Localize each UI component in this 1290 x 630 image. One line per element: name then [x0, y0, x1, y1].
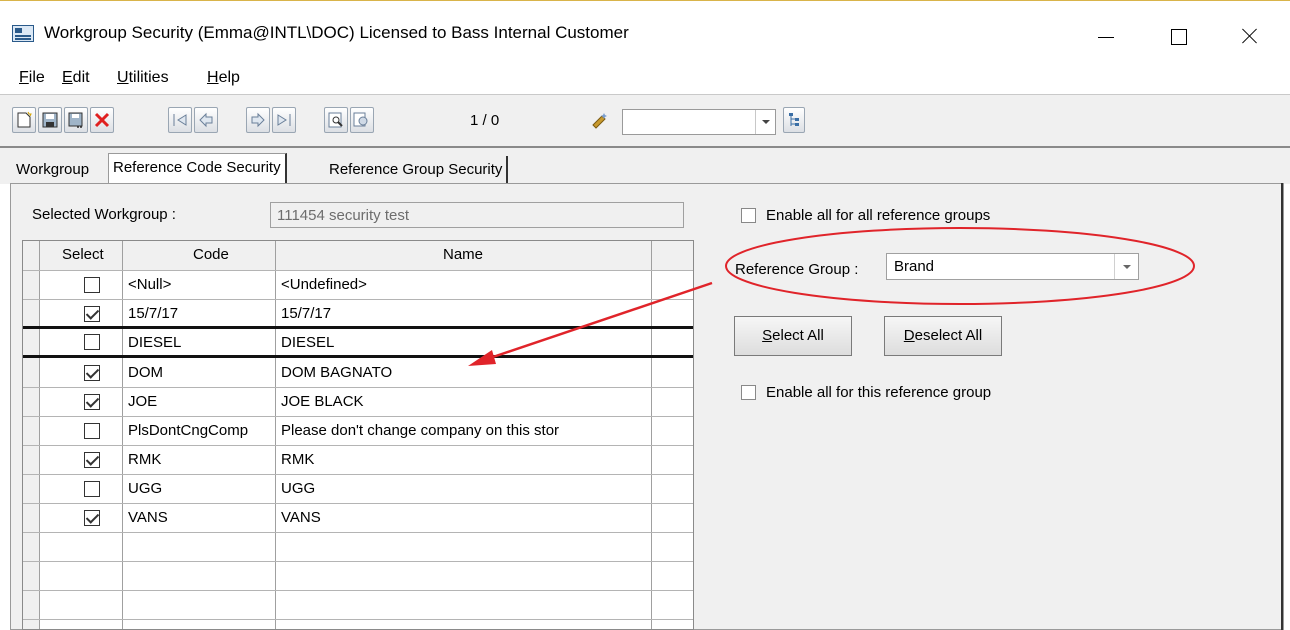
cell-name[interactable]: DOM BAGNATO — [281, 364, 649, 381]
row-divider — [23, 619, 693, 620]
row-divider — [23, 270, 693, 271]
row-select-checkbox[interactable] — [84, 452, 100, 468]
menu-bar: File Edit Utilities Help — [0, 66, 1290, 94]
reference-group-select[interactable]: Brand — [886, 253, 1139, 280]
previous-record-icon[interactable] — [194, 107, 218, 133]
cell-code[interactable]: PlsDontCngComp — [128, 422, 273, 439]
row-divider — [23, 416, 693, 417]
menu-file[interactable]: File — [19, 69, 45, 87]
menu-utilities[interactable]: Utilities — [117, 69, 169, 87]
tab-reference-group-security[interactable]: Reference Group Security — [325, 156, 509, 186]
cell-code[interactable]: UGG — [128, 480, 273, 497]
wizard-icon[interactable] — [588, 107, 612, 133]
cell-name[interactable]: RMK — [281, 451, 649, 468]
tab-workgroup[interactable]: Workgroup — [12, 156, 93, 186]
enable-this-group-checkbox[interactable] — [741, 385, 756, 400]
row-select-checkbox[interactable] — [84, 481, 100, 497]
cell-code[interactable]: RMK — [128, 451, 273, 468]
row-select-checkbox[interactable] — [84, 423, 100, 439]
row-select-checkbox[interactable] — [84, 277, 100, 293]
maximize-button[interactable] — [1155, 13, 1203, 57]
column-header-code[interactable]: Code — [193, 246, 229, 263]
tab-strip: Workgroup Reference Code Security Refere… — [0, 146, 1290, 186]
minimize-button[interactable] — [1082, 13, 1130, 57]
row-divider — [23, 503, 693, 504]
cell-name[interactable]: JOE BLACK — [281, 393, 649, 410]
menu-edit[interactable]: Edit — [62, 69, 90, 87]
cell-code[interactable]: VANS — [128, 509, 273, 526]
tab-reference-code-security[interactable]: Reference Code Security — [108, 153, 287, 186]
cell-name[interactable]: <Undefined> — [281, 276, 649, 293]
row-divider — [23, 299, 693, 300]
row-select-checkbox[interactable] — [84, 306, 100, 322]
cell-code[interactable]: DIESEL — [128, 334, 273, 351]
cell-code[interactable]: <Null> — [128, 276, 273, 293]
cell-name[interactable]: 15/7/17 — [281, 305, 649, 322]
cell-name[interactable]: VANS — [281, 509, 649, 526]
row-divider — [23, 387, 693, 388]
close-button[interactable] — [1225, 13, 1273, 57]
row-divider — [23, 355, 693, 358]
chevron-down-icon[interactable] — [755, 110, 775, 134]
title-bar: Workgroup Security (Emma@INTL\DOC) Licen… — [0, 0, 1290, 66]
chevron-down-icon[interactable] — [1114, 254, 1138, 279]
row-divider — [23, 532, 693, 533]
enable-all-groups-label[interactable]: Enable all for all reference groups — [766, 207, 990, 224]
reference-group-value: Brand — [894, 258, 935, 275]
selected-workgroup-label: Selected Workgroup : — [32, 206, 176, 223]
row-divider — [23, 474, 693, 475]
row-divider — [23, 590, 693, 591]
delete-icon[interactable] — [90, 107, 114, 133]
row-divider — [23, 326, 693, 329]
menu-help[interactable]: Help — [207, 69, 240, 87]
reference-code-grid: Select Code Name <Null> <Undefined> 15/7… — [22, 240, 694, 630]
cell-name[interactable]: Please don't change company on this stor — [281, 422, 649, 439]
app-window-icon — [12, 25, 34, 42]
cell-code[interactable]: JOE — [128, 393, 273, 410]
save-icon[interactable] — [38, 107, 62, 133]
grid-header: Select Code Name — [23, 241, 693, 270]
save-as-icon[interactable] — [64, 107, 88, 133]
row-select-checkbox[interactable] — [84, 394, 100, 410]
enable-all-groups-checkbox[interactable] — [741, 208, 756, 223]
row-select-checkbox[interactable] — [84, 365, 100, 381]
column-header-select[interactable]: Select — [62, 246, 104, 263]
cell-code[interactable]: DOM — [128, 364, 273, 381]
first-record-icon[interactable] — [168, 107, 192, 133]
record-counter: 1 / 0 — [470, 112, 500, 129]
selected-workgroup-field: 111454 security test — [270, 202, 684, 228]
window-title: Workgroup Security (Emma@INTL\DOC) Licen… — [44, 23, 629, 42]
deselect-all-button[interactable]: Deselect All — [884, 316, 1002, 356]
cell-code[interactable]: 15/7/17 — [128, 305, 273, 322]
panel-edge — [1281, 183, 1283, 630]
tree-icon[interactable] — [783, 107, 805, 133]
toolbar-combo[interactable] — [622, 109, 776, 135]
row-divider — [23, 445, 693, 446]
select-all-button[interactable]: Select All — [734, 316, 852, 356]
last-record-icon[interactable] — [272, 107, 296, 133]
row-select-checkbox[interactable] — [84, 510, 100, 526]
find-next-icon[interactable] — [350, 107, 374, 133]
cell-name[interactable]: UGG — [281, 480, 649, 497]
find-icon[interactable] — [324, 107, 348, 133]
new-icon[interactable] — [12, 107, 36, 133]
toolbar: 1 / 0 — [0, 94, 1290, 146]
row-divider — [23, 561, 693, 562]
reference-group-label: Reference Group : — [735, 261, 859, 278]
cell-name[interactable]: DIESEL — [281, 334, 649, 351]
column-header-name[interactable]: Name — [443, 246, 483, 263]
enable-this-group-label[interactable]: Enable all for this reference group — [766, 384, 991, 401]
row-select-checkbox[interactable] — [84, 334, 100, 350]
next-record-icon[interactable] — [246, 107, 270, 133]
